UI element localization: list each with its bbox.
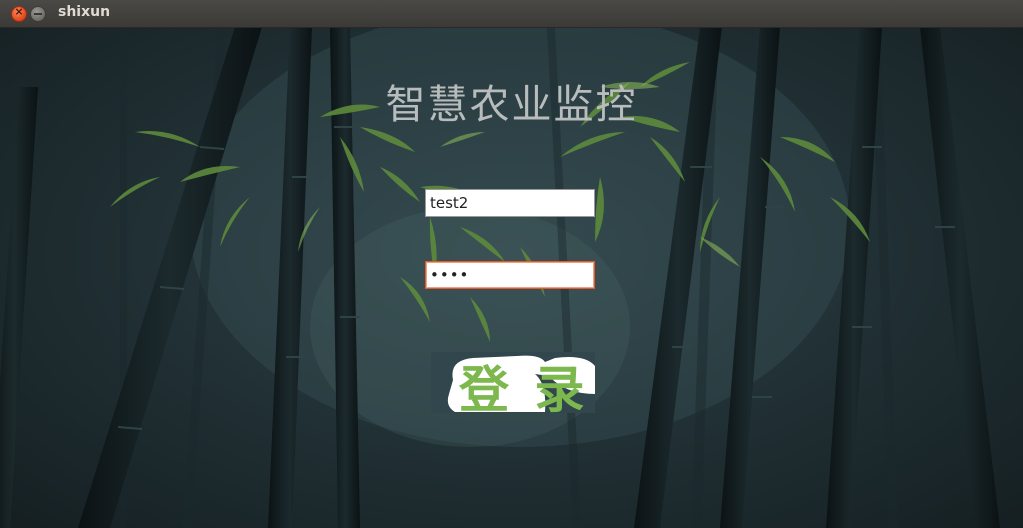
title-bar: × shixun xyxy=(0,0,1023,28)
app-title: 智慧农业监控 xyxy=(385,82,638,128)
close-window-button[interactable]: × xyxy=(11,5,27,22)
minimize-window-button[interactable] xyxy=(30,6,46,22)
username-input[interactable] xyxy=(425,189,595,217)
app-window: × shixun 智慧农业监控 test2 登 录 xyxy=(0,0,1023,528)
login-button-label: 登 录 xyxy=(459,361,589,413)
password-input[interactable] xyxy=(425,261,595,289)
login-panel: 智慧农业监控 登 录 xyxy=(0,27,1023,528)
close-icon: × xyxy=(14,5,24,18)
minimize-icon xyxy=(34,13,42,15)
window-title: shixun xyxy=(58,4,111,20)
login-button[interactable]: 登 录 xyxy=(431,352,595,413)
